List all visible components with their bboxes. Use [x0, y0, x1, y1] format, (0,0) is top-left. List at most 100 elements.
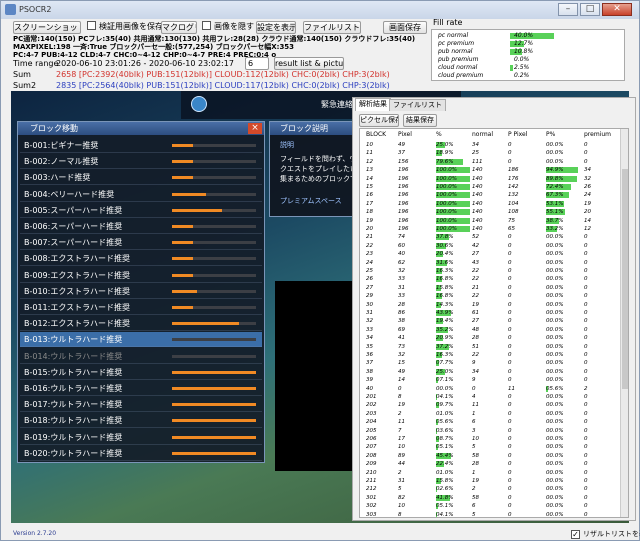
close-icon[interactable]: × — [248, 123, 262, 134]
clear-file-list-button[interactable]: ファイルリストをクリア — [303, 21, 361, 34]
table-cell: 196 — [398, 184, 409, 190]
table-cell: 75 — [508, 217, 515, 224]
table-cell: 65 — [508, 226, 515, 232]
table-cell: 32 — [584, 175, 591, 182]
block-list-item[interactable]: B-008:エクストラハード推奨 — [20, 251, 262, 267]
table-cell: 28 — [398, 301, 405, 308]
tab-file-list[interactable]: ファイルリスト — [389, 99, 446, 111]
table-cell: 29 — [366, 293, 373, 300]
table-row: 27 31 15.8% 21 0 00.0% 0 — [360, 284, 622, 292]
table-cell: 0 — [584, 511, 588, 518]
table-cell: 22 — [472, 276, 479, 283]
table-cell: 0 — [584, 360, 588, 367]
fill-rate-value: 2.5% — [514, 64, 530, 71]
table-cell: 00.0% — [546, 452, 564, 459]
table-cell: 00.0% — [546, 511, 564, 518]
info-line-2: MAXPIXEL:198 一斉:True ブロックパーセ一般:(577,254)… — [13, 43, 295, 51]
block-list-item[interactable]: B-012:エクストラハード推奨 — [20, 316, 262, 332]
screenshot-analyze-button[interactable]: スクリーンショット解析 — [13, 21, 81, 34]
tab-analysis-result[interactable]: 解析結果 — [355, 98, 391, 111]
table-cell: 21 — [472, 284, 479, 291]
scrollbar-thumb[interactable] — [622, 169, 628, 389]
table-cell: 00.0% — [546, 444, 564, 451]
table-cell: 196 — [398, 217, 409, 224]
table-cell: 15 — [398, 360, 405, 367]
scrollbar[interactable] — [620, 129, 628, 517]
hide-image-checkbox[interactable]: 画像を隠す — [202, 21, 254, 33]
fill-rate-value: 12.7% — [514, 40, 534, 47]
maximize-button[interactable]: □ — [580, 3, 600, 16]
table-row: 18 196 100.0% 140 108 55.1% 20 — [360, 208, 622, 216]
table-cell: 0 — [508, 326, 512, 333]
table-cell: 2 — [584, 385, 588, 392]
table-row: 33 69 35.2% 48 0 00.0% 0 — [360, 326, 622, 334]
table-cell: 2 — [472, 486, 476, 493]
save-screen-button[interactable]: 画面保存 — [383, 21, 427, 34]
macro-button[interactable]: マクログリア — [161, 21, 197, 34]
table-row: 209 44 22.4% 28 0 00.0% 0 — [360, 460, 622, 468]
block-list-item[interactable]: B-018:ウルトラハード推奨 — [20, 413, 262, 429]
table-cell: 32 — [366, 318, 373, 325]
minimize-button[interactable]: – — [558, 3, 578, 16]
table-cell: 02.6% — [436, 486, 454, 493]
block-list-item[interactable]: B-010:エクストラハード推奨 — [20, 284, 262, 299]
table-cell: 37 — [366, 360, 373, 367]
fill-rate-value: 0.0% — [514, 56, 530, 63]
table-row: 29 33 16.8% 22 0 00.0% 0 — [360, 292, 622, 300]
table-cell: 0 — [584, 343, 588, 350]
table-cell: 31 — [398, 284, 405, 291]
table-cell: 0 — [508, 150, 512, 157]
table-cell: 100.0% — [436, 217, 457, 224]
table-cell: 32 — [398, 352, 405, 358]
table-cell: 37.2% — [436, 343, 454, 350]
pixel-save-button[interactable]: ピクセル保存 — [359, 114, 399, 127]
block-fill-bar — [172, 176, 256, 180]
block-list-item[interactable]: B-009:エクストラハード推奨 — [20, 268, 262, 283]
block-list-item[interactable]: B-002:ノーマル推奨 — [20, 154, 262, 170]
table-cell: 0 — [508, 318, 512, 325]
title-bar: PSOCR2 – □ ✕ — [1, 1, 639, 19]
block-list-item[interactable]: B-003:ハード推奨 — [20, 170, 262, 186]
table-cell: 0 — [584, 436, 588, 442]
show-result-list-checkbox[interactable]: リザルトリストを表示 — [571, 528, 640, 540]
block-list-item[interactable]: B-005:スーパーハード推奨 — [20, 203, 262, 218]
table-cell: 0 — [508, 494, 512, 501]
table-cell: 38 — [366, 368, 373, 375]
block-name: B-016:ウルトラハード推奨 — [24, 384, 123, 393]
table-cell: 16.8% — [436, 293, 454, 300]
block-list-item[interactable]: B-020:ウルトラハード推奨 — [20, 446, 262, 461]
block-list-item[interactable]: B-019:ウルトラハード推奨 — [20, 430, 262, 445]
table-cell: 0 — [508, 335, 512, 342]
table-cell: 2 — [398, 410, 402, 417]
table-cell: 00.0% — [546, 494, 564, 501]
table-cell: 0 — [508, 158, 512, 165]
block-list-item[interactable]: B-016:ウルトラハード推奨 — [20, 381, 262, 396]
result-list-picture-button[interactable]: result list & picture — [274, 57, 344, 70]
save-verify-image-checkbox[interactable]: 検証用画像を保存 — [87, 21, 163, 33]
block-list-item[interactable]: B-017:ウルトラハード推奨 — [20, 397, 262, 413]
show-settings-button[interactable]: 設定を表示 — [256, 21, 296, 34]
table-cell: 74 — [398, 234, 405, 241]
table-row: 14 196 100.0% 140 176 89.8% 32 — [360, 175, 622, 183]
block-list-item[interactable]: B-006:スーパーハード推奨 — [20, 219, 262, 234]
block-list-item[interactable]: B-015:ウルトラハード推奨 — [20, 365, 262, 380]
block-list-item[interactable]: B-007:スーパーハード推奨 — [20, 235, 262, 251]
table-cell: 27 — [366, 284, 373, 291]
table-cell: 211 — [366, 478, 377, 484]
block-name: B-019:ウルトラハード推奨 — [24, 432, 123, 442]
block-list-item[interactable]: B-001:ビギナー推奨 — [20, 138, 262, 153]
table-cell: 0 — [584, 461, 588, 468]
table-cell: 5 — [472, 511, 476, 518]
table-cell: 0 — [398, 385, 402, 392]
table-cell: 00.0% — [546, 234, 564, 241]
table-cell: 9 — [472, 377, 476, 384]
block-list-item[interactable]: B-004:ベリーハード推奨 — [20, 187, 262, 202]
block-list-item[interactable]: B-011:エクストラハード推奨 — [20, 300, 262, 315]
block-list-item[interactable]: B-014:ウルトラハード推奨 — [20, 349, 262, 364]
table-cell: 5 — [398, 486, 402, 493]
result-save-button[interactable]: 結果保存 — [403, 114, 437, 127]
count-input[interactable]: 6 — [245, 57, 269, 70]
close-button[interactable]: ✕ — [602, 3, 632, 16]
block-list-item[interactable]: B-013:ウルトラハード推奨 — [20, 332, 262, 348]
table-row: 208 89 45.4% 58 0 00.0% 0 — [360, 452, 622, 460]
